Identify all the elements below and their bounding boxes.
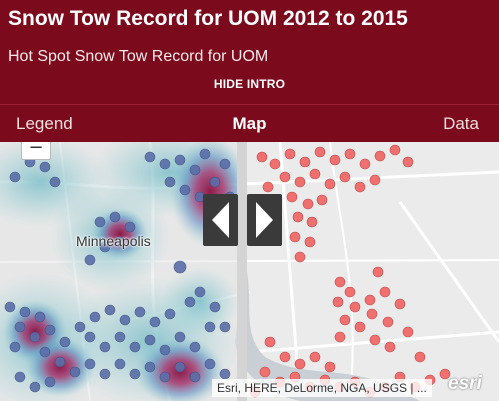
app-title: Snow Tow Record for UOM 2012 to 2015 <box>8 7 408 30</box>
tab-bar: Legend Map Data <box>0 104 499 142</box>
tab-data[interactable]: Data <box>443 114 479 134</box>
caret-right-icon <box>256 202 273 238</box>
map-attribution[interactable]: Esri, HERE, DeLorme, NGA, USGS | ... <box>212 379 432 397</box>
tab-map-label[interactable]: Map <box>233 114 267 133</box>
intro-header: Snow Tow Record for UOM 2012 to 2015 Hot… <box>0 0 499 104</box>
zoom-out-button[interactable]: − <box>21 139 51 160</box>
city-label: Minneapolis <box>76 233 151 249</box>
app-subtitle: Hot Spot Snow Tow Record for UOM <box>8 48 269 65</box>
swipe-left-button[interactable] <box>203 194 238 246</box>
caret-left-icon <box>212 202 229 238</box>
swipe-divider[interactable] <box>237 142 247 401</box>
esri-logo[interactable]: esri <box>448 373 482 395</box>
tab-map: Map <box>0 114 499 134</box>
map-view[interactable] <box>0 142 499 401</box>
tab-legend[interactable]: Legend <box>16 114 73 134</box>
swipe-right-button[interactable] <box>247 194 282 246</box>
map-canvas[interactable] <box>0 142 499 401</box>
hide-intro-button[interactable]: HIDE INTRO <box>0 77 499 91</box>
heatmap-layer <box>0 142 237 401</box>
